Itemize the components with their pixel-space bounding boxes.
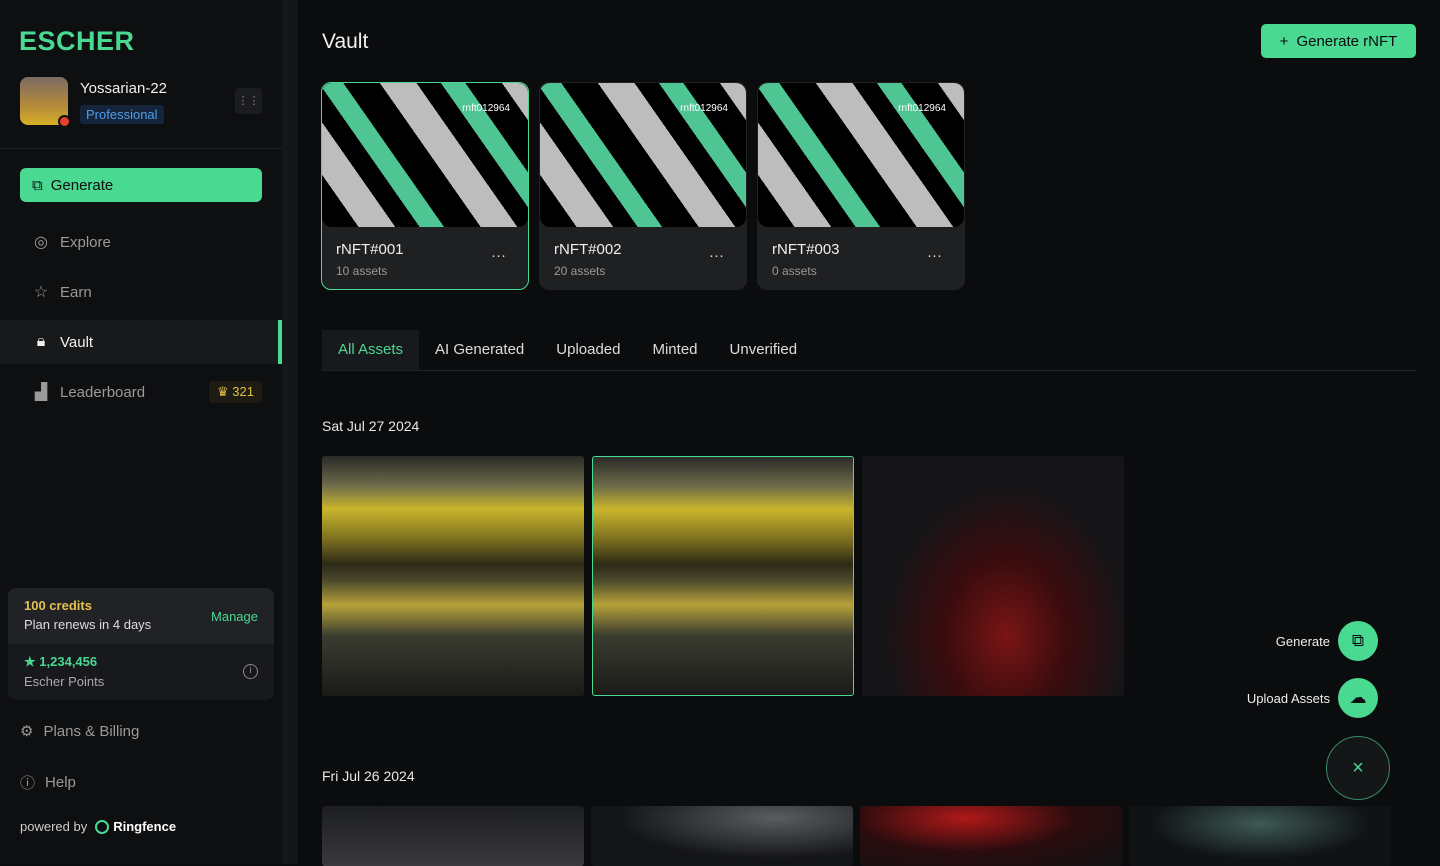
generate-icon: ⧉	[32, 176, 43, 194]
rnft-id: rnft012964	[680, 103, 728, 114]
sidebar-item-vault[interactable]: 🔒︎ Vault	[0, 320, 282, 364]
label: Vault	[60, 333, 94, 351]
compass-icon: ◎	[34, 234, 48, 251]
asset-thumbnail[interactable]	[592, 456, 854, 696]
lock-icon: 🔒︎	[36, 333, 46, 350]
generate-rnft-button[interactable]: + Generate rNFT	[1261, 24, 1416, 58]
generate-button[interactable]: ⧉ Generate	[20, 168, 262, 202]
rnft-artwork: rnft012964	[322, 83, 528, 227]
asset-thumbnail[interactable]	[322, 806, 584, 866]
rnft-artwork: rnft012964	[758, 83, 964, 227]
close-icon: ×	[1352, 757, 1364, 779]
more-icon[interactable]: ···	[709, 247, 724, 264]
label: Plans & Billing	[43, 722, 140, 740]
fab-upload-button[interactable]: ☁	[1338, 678, 1378, 718]
label: Leaderboard	[60, 383, 146, 401]
rnft-card[interactable]: rnft012964 rNFT#002 20 assets ···	[539, 82, 747, 290]
tab-unverified[interactable]: Unverified	[714, 330, 814, 370]
podium-icon: ▟	[34, 384, 48, 401]
sidebar-item-earn[interactable]: ☆ Earn	[0, 270, 282, 314]
rnft-id: rnft012964	[898, 103, 946, 114]
asset-thumbnail[interactable]	[860, 806, 1122, 866]
rnft-name: rNFT#001	[336, 241, 404, 258]
tab-minted[interactable]: Minted	[636, 330, 713, 370]
powered-text: powered by	[20, 819, 88, 834]
asset-count: 0 assets	[772, 264, 817, 278]
cloud-upload-icon: ☁	[1349, 688, 1367, 707]
asset-thumbnail[interactable]	[322, 456, 584, 696]
divider	[0, 148, 282, 149]
info-icon[interactable]: i	[243, 664, 258, 679]
credits-panel: 100 credits Plan renews in 4 days Manage ★…	[8, 588, 274, 700]
asset-thumbnail[interactable]	[1129, 806, 1391, 866]
rnft-card[interactable]: rnft012964 rNFT#001 10 assets ···	[321, 82, 529, 290]
page-title: Vault	[322, 30, 369, 53]
rnft-name: rNFT#003	[772, 241, 840, 258]
tab-uploaded[interactable]: Uploaded	[540, 330, 636, 370]
asset-tabs: All Assets AI Generated Uploaded Minted …	[322, 330, 1416, 371]
sidebar-item-explore[interactable]: ◎ Explore	[0, 220, 282, 264]
date-heading: Sat Jul 27 2024	[322, 418, 420, 434]
crown-badge: ♛ 321	[209, 381, 262, 403]
date-heading: Fri Jul 26 2024	[322, 768, 415, 784]
rnft-id: rnft012964	[462, 103, 510, 114]
manage-link[interactable]: Manage	[211, 609, 258, 624]
avatar[interactable]	[20, 77, 71, 128]
grid-menu-icon[interactable]: ⋮⋮	[235, 88, 262, 114]
fab-generate-button[interactable]: ⧉	[1338, 621, 1378, 661]
fab-close-button[interactable]: ×	[1326, 736, 1390, 800]
plans-billing-link[interactable]: ⚙ Plans & Billing	[20, 722, 140, 741]
label: Explore	[60, 233, 111, 251]
help-icon: ⓘ	[20, 775, 36, 792]
rnft-card[interactable]: rnft012964 rNFT#003 0 assets ···	[757, 82, 965, 290]
generate-icon: ⧉	[1351, 631, 1365, 650]
help-link[interactable]: ⓘ Help	[20, 772, 76, 793]
status-dot	[58, 115, 71, 128]
rnft-name: rNFT#002	[554, 241, 622, 258]
plan-badge: Professional	[80, 105, 164, 124]
sidebar-item-leaderboard[interactable]: ▟ Leaderboard ♛ 321	[0, 370, 282, 414]
username: Yossarian-22	[80, 80, 168, 97]
logo: ESCHER	[19, 26, 135, 56]
ringfence-logo[interactable]: Ringfence	[95, 819, 176, 834]
asset-thumbnail[interactable]	[862, 456, 1124, 696]
more-icon[interactable]: ···	[491, 247, 506, 264]
asset-thumbnail[interactable]	[591, 806, 853, 866]
plus-icon: +	[1279, 32, 1289, 50]
fab-upload-label: Upload Assets	[1246, 691, 1330, 706]
generate-label: Generate	[50, 176, 114, 194]
star-icon: ☆	[33, 284, 49, 301]
badge-count: 321	[232, 384, 254, 399]
gear-icon: ⚙	[20, 723, 34, 740]
label: Generate rNFT	[1296, 32, 1398, 50]
asset-count: 20 assets	[554, 264, 606, 278]
star-icon: ★	[24, 654, 36, 669]
tab-all-assets[interactable]: All Assets	[322, 330, 420, 370]
rnft-artwork: rnft012964	[540, 83, 746, 227]
tab-ai-generated[interactable]: AI Generated	[419, 330, 540, 370]
label: Help	[45, 774, 76, 791]
more-icon[interactable]: ···	[927, 247, 942, 264]
partner-name: Ringfence	[113, 819, 177, 834]
sidebar-scrollbar[interactable]	[282, 0, 298, 864]
asset-count: 10 assets	[336, 264, 388, 278]
powered-by: powered by Ringfence	[20, 819, 176, 834]
sidebar: ESCHER Yossarian-22 Professional ⋮⋮ ⧉ Gen…	[0, 0, 282, 864]
points-label: Escher Points	[24, 674, 105, 689]
label: Earn	[60, 283, 92, 301]
points-value: 1,234,456	[39, 654, 98, 669]
fab-generate-label: Generate	[1275, 634, 1330, 649]
